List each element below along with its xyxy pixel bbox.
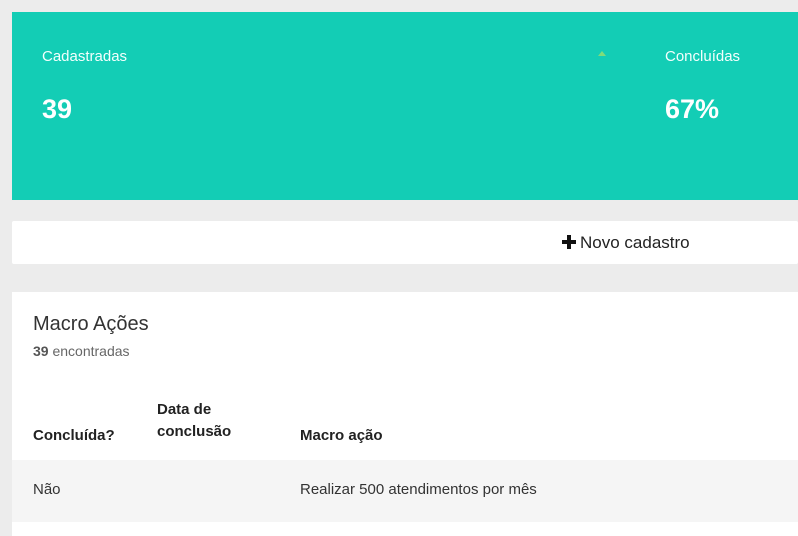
- plus-icon: [562, 235, 576, 249]
- cell-done: Não: [33, 481, 61, 498]
- column-header-date[interactable]: Data de conclusão: [157, 399, 231, 443]
- results-count-suffix: encontradas: [52, 343, 130, 359]
- registered-label: Cadastradas: [42, 48, 128, 65]
- column-header-action[interactable]: Macro ação: [300, 425, 383, 447]
- completed-label: Concluídas: [665, 48, 741, 65]
- results-count-number: 39: [33, 343, 49, 359]
- caret-up-icon: [598, 51, 606, 56]
- action-bar: Novo cadastro: [12, 221, 798, 264]
- completed-value: 67%: [665, 94, 720, 124]
- column-header-date-line1: Data de: [157, 401, 212, 418]
- column-header-done[interactable]: Concluída?: [33, 425, 115, 447]
- new-record-button[interactable]: Novo cadastro: [562, 221, 690, 264]
- registered-value: 39: [42, 94, 73, 124]
- results-count: 39 encontradas: [33, 343, 130, 359]
- macro-actions-panel: Macro Ações 39 encontradas Concluída? Da…: [12, 292, 798, 536]
- stats-banner: Cadastradas 39 Concluídas 67%: [12, 12, 798, 200]
- new-record-label: Novo cadastro: [580, 233, 690, 252]
- cell-action: Realizar 500 atendimentos por mês: [300, 481, 537, 498]
- column-header-date-line2: conclusão: [157, 423, 232, 440]
- table-row[interactable]: Não Realizar 500 atendimentos por mês: [12, 460, 798, 522]
- panel-title: Macro Ações: [33, 313, 149, 335]
